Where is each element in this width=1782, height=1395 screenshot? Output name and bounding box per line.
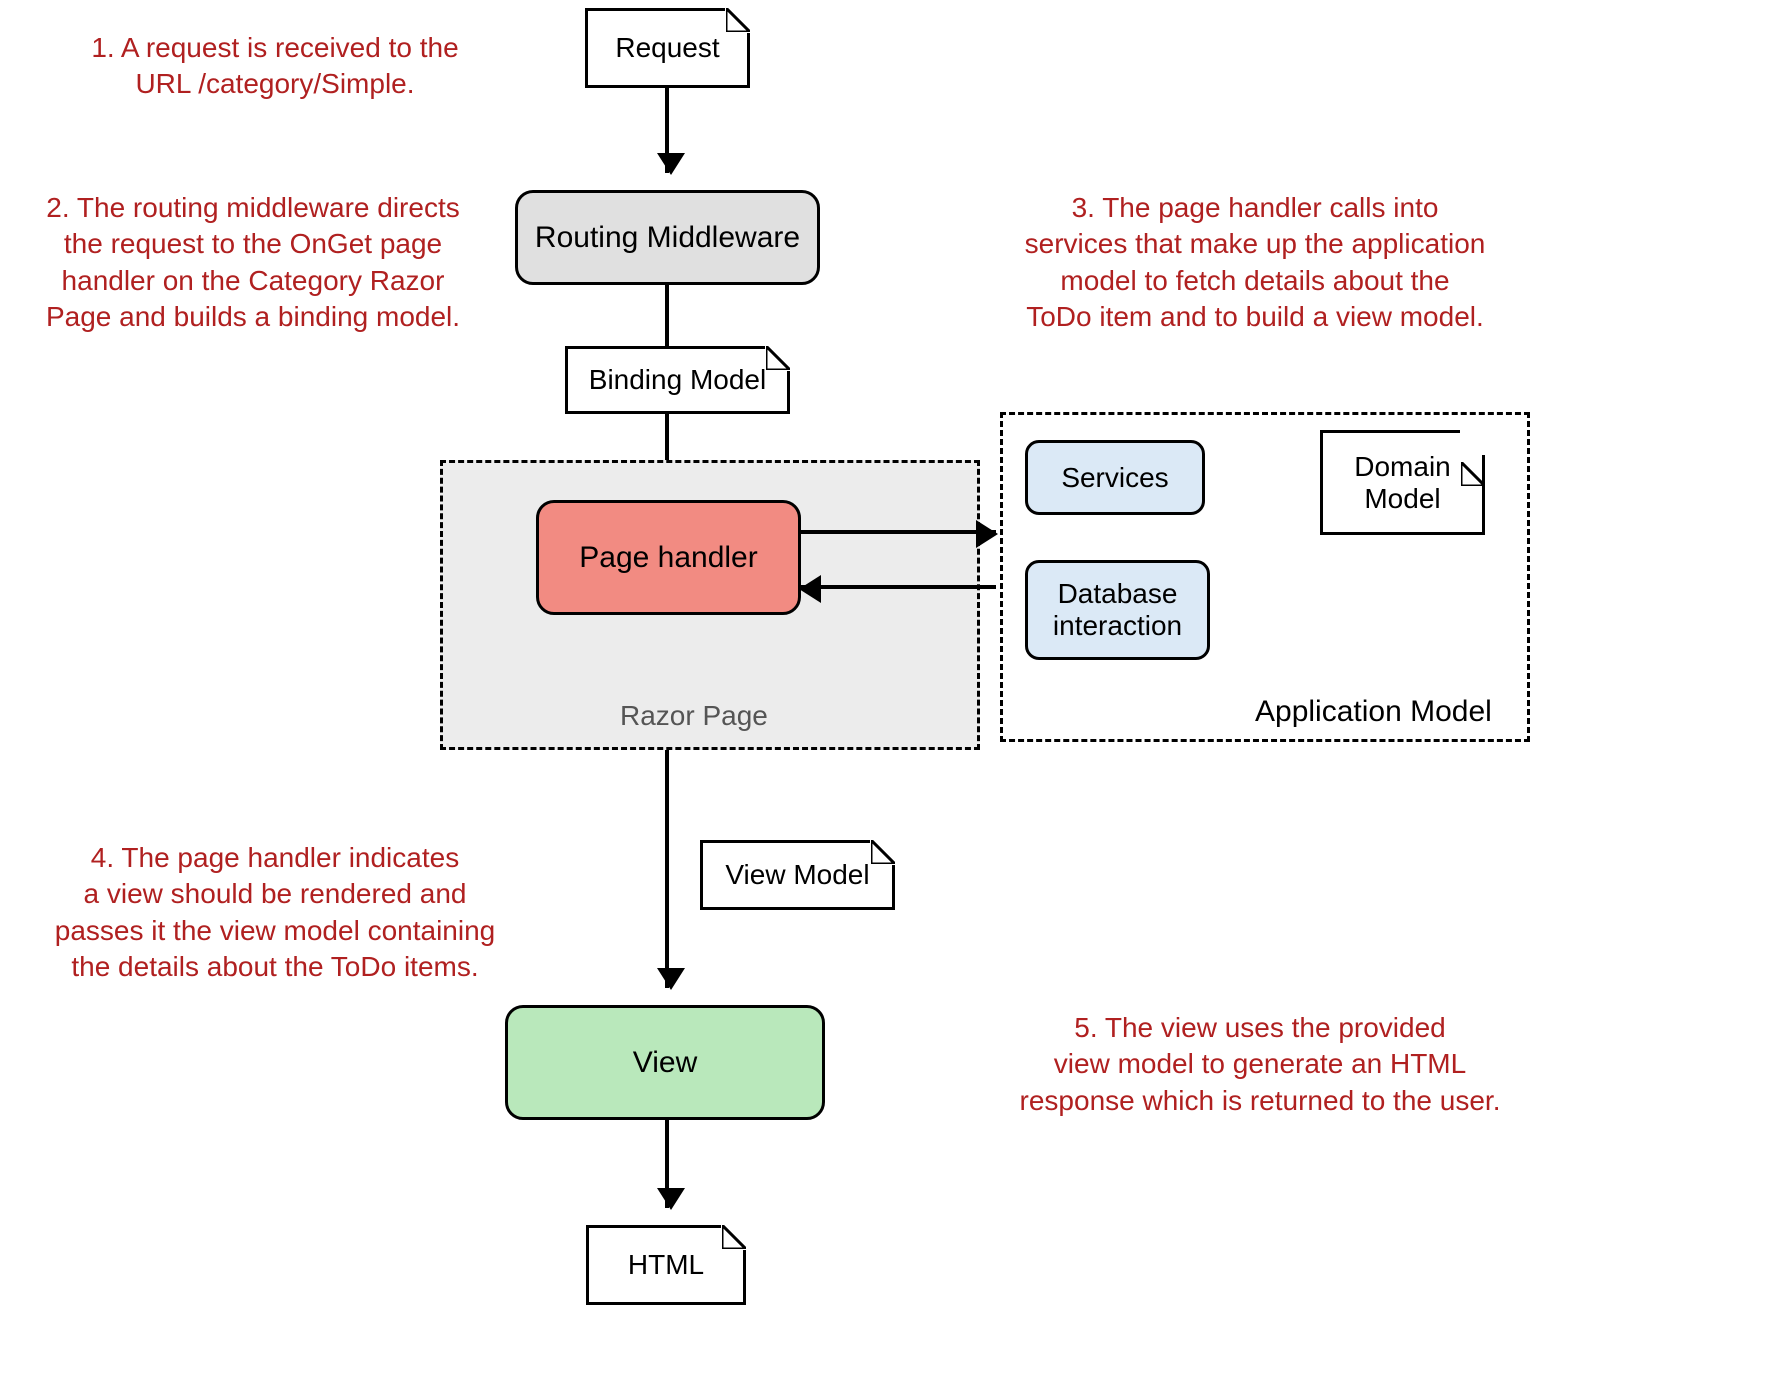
doc-request: Request xyxy=(585,8,750,88)
block-database-interaction: Database interaction xyxy=(1025,560,1210,660)
arrow-request-routing xyxy=(665,88,669,173)
arrow-razorpage-view xyxy=(665,750,669,988)
block-routing-middleware: Routing Middleware xyxy=(515,190,820,285)
arrow-pagehandler-to-appmodel xyxy=(801,530,996,534)
doc-fold-icon xyxy=(1461,430,1485,454)
arrow-appmodel-to-pagehandler xyxy=(801,585,996,589)
database-interaction-label: Database interaction xyxy=(1053,578,1182,642)
doc-request-label: Request xyxy=(615,32,719,64)
annotation-3: 3. The page handler calls into services … xyxy=(1000,190,1510,336)
view-model-label: View Model xyxy=(725,859,869,891)
application-model-label: Application Model xyxy=(1255,695,1492,729)
block-services: Services xyxy=(1025,440,1205,515)
razor-page-label: Razor Page xyxy=(620,700,768,732)
doc-fold-icon xyxy=(871,840,895,864)
doc-fold-icon xyxy=(726,8,750,32)
doc-fold-icon xyxy=(722,1225,746,1249)
diagram-stage: 1. A request is received to the URL /cat… xyxy=(0,0,1782,1395)
services-label: Services xyxy=(1061,462,1168,494)
binding-model-label: Binding Model xyxy=(589,364,766,396)
doc-domain-model: Domain Model xyxy=(1320,430,1485,535)
block-page-handler: Page handler xyxy=(536,500,801,615)
annotation-2: 2. The routing middleware directs the re… xyxy=(18,190,488,336)
doc-fold-icon xyxy=(766,346,790,370)
annotation-5: 5. The view uses the provided view model… xyxy=(990,1010,1530,1119)
view-label: View xyxy=(633,1046,697,1080)
block-view: View xyxy=(505,1005,825,1120)
html-label: HTML xyxy=(628,1249,704,1281)
doc-binding-model: Binding Model xyxy=(565,346,790,414)
domain-model-label: Domain Model xyxy=(1354,451,1450,515)
doc-html: HTML xyxy=(586,1225,746,1305)
annotation-4: 4. The page handler indicates a view sho… xyxy=(40,840,510,986)
routing-middleware-label: Routing Middleware xyxy=(535,221,800,255)
arrow-view-html xyxy=(665,1120,669,1208)
doc-view-model: View Model xyxy=(700,840,895,910)
page-handler-label: Page handler xyxy=(579,541,757,575)
annotation-1: 1. A request is received to the URL /cat… xyxy=(60,30,490,103)
